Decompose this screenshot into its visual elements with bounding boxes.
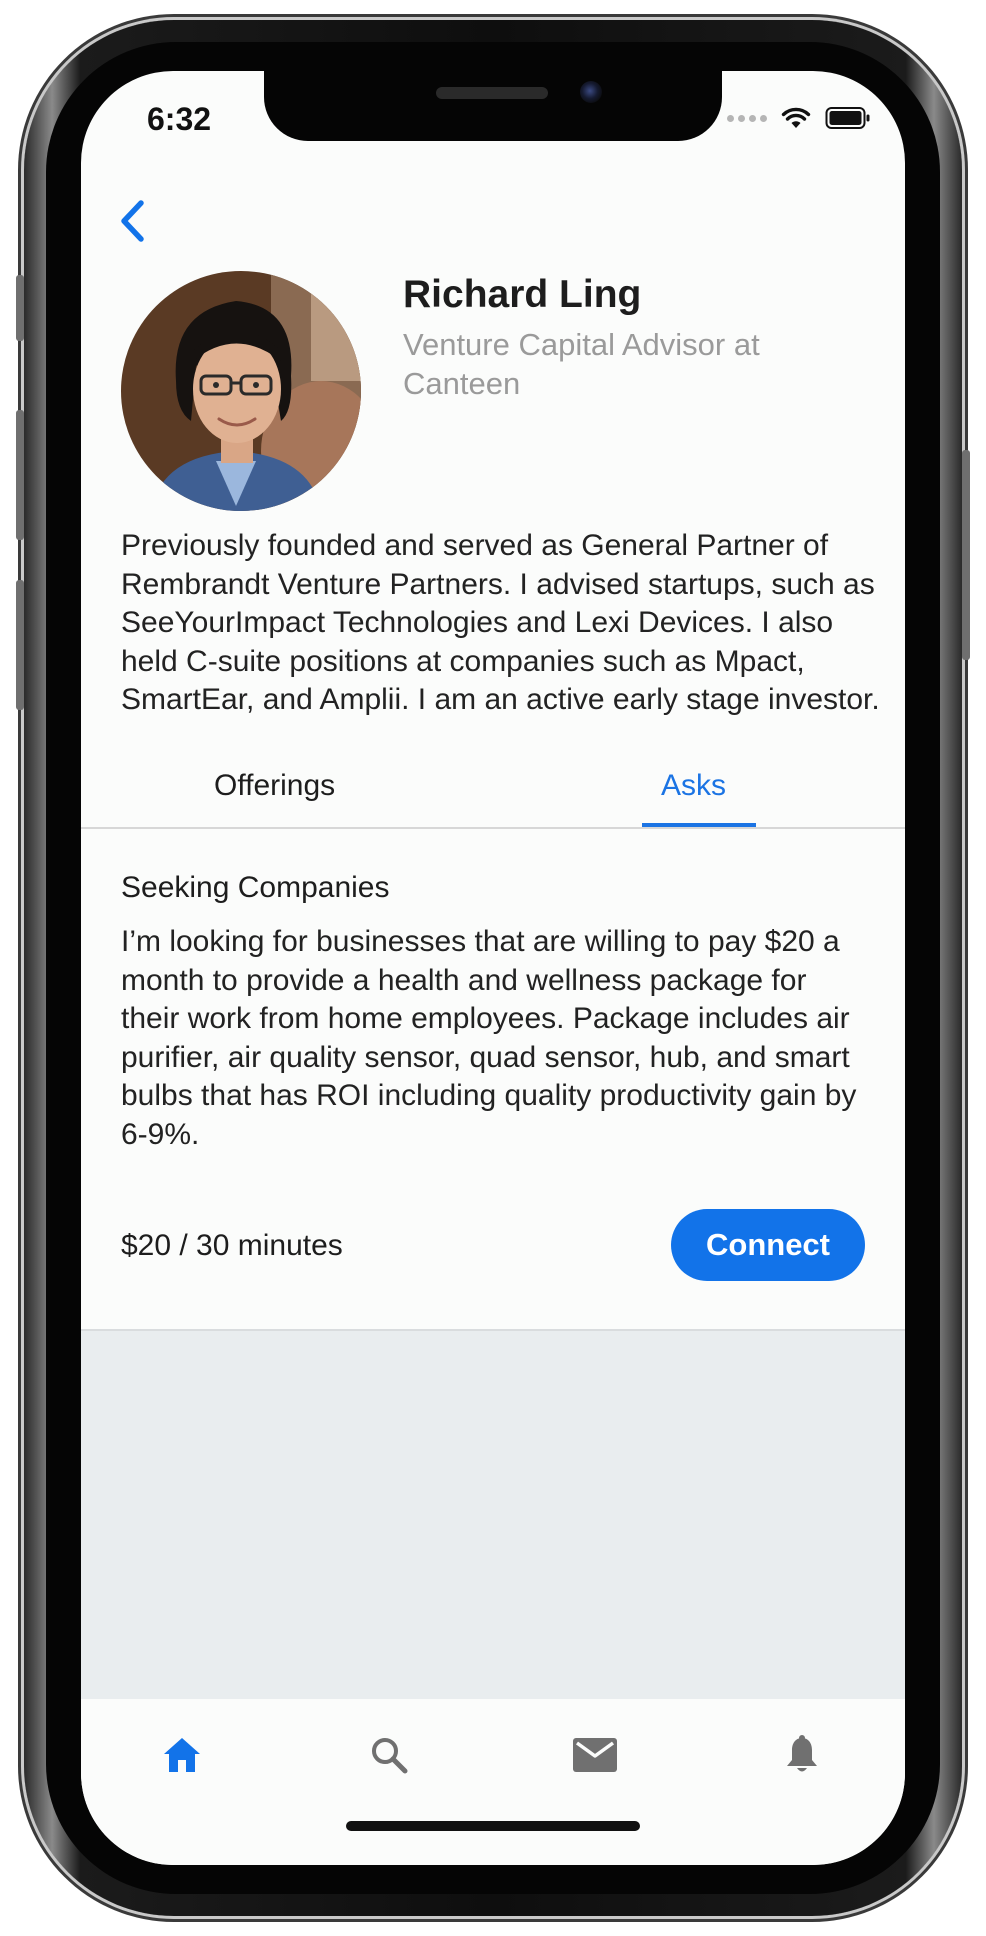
nav-home[interactable]	[158, 1731, 206, 1779]
profile-avatar	[121, 271, 361, 511]
status-icons	[727, 105, 871, 131]
chevron-left-icon	[121, 200, 144, 242]
home-icon	[164, 1738, 200, 1772]
status-time: 6:32	[147, 101, 212, 137]
wifi-icon	[781, 107, 811, 128]
notch	[264, 71, 722, 141]
nav-notifications[interactable]	[778, 1731, 826, 1779]
volume-down-button	[16, 580, 24, 710]
empty-content-area	[81, 1329, 905, 1701]
nav-mail[interactable]	[571, 1731, 619, 1779]
connect-button[interactable]: Connect	[671, 1209, 865, 1281]
battery-icon	[825, 107, 870, 129]
volume-up-button	[16, 410, 24, 540]
ask-heading: Seeking Companies	[121, 871, 390, 904]
cellular-signal-icon	[727, 114, 767, 122]
mute-switch	[16, 275, 24, 341]
profile-name: Richard Ling	[403, 273, 642, 316]
profile-title: Venture Capital Advisor at Canteen	[403, 327, 760, 401]
tab-offerings[interactable]: Offerings	[214, 769, 335, 803]
ask-description: I’m looking for businesses that are will…	[121, 925, 857, 1151]
speaker-grille	[436, 87, 548, 99]
app-screen: 6:32 Richard Ling Venture Capital Adviso…	[81, 71, 905, 1865]
ask-price: $20 / 30 minutes	[121, 1229, 343, 1262]
power-button	[962, 450, 970, 660]
search-icon	[372, 1738, 408, 1774]
active-tab-indicator	[642, 823, 756, 827]
bottom-navigation	[81, 1699, 905, 1865]
tab-bar: Offerings Asks	[81, 751, 905, 829]
bell-icon	[787, 1735, 817, 1772]
nav-search[interactable]	[365, 1731, 413, 1779]
profile-bio: Previously founded and served as General…	[121, 529, 880, 716]
home-indicator[interactable]	[346, 1821, 640, 1831]
mail-icon	[573, 1738, 617, 1772]
back-button[interactable]	[117, 191, 157, 251]
tab-asks[interactable]: Asks	[661, 769, 726, 803]
front-camera	[580, 81, 602, 103]
